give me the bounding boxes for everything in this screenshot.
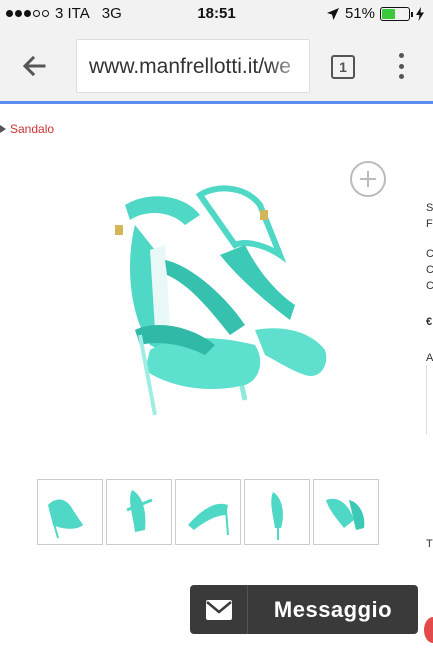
vertical-dots-icon[interactable] bbox=[394, 51, 408, 81]
status-right: 51% bbox=[326, 5, 425, 22]
breadcrumb-label: Sandalo bbox=[10, 122, 55, 136]
product-image[interactable] bbox=[95, 185, 355, 415]
side-text: C bbox=[426, 248, 433, 260]
side-text: C bbox=[426, 264, 433, 276]
battery-percent: 51% bbox=[344, 5, 375, 22]
tab-switcher-button[interactable]: 1 bbox=[331, 55, 355, 79]
thumbnail[interactable] bbox=[106, 479, 172, 545]
bolt-icon bbox=[416, 6, 424, 21]
thumbnail[interactable] bbox=[37, 479, 103, 545]
thumbnail-strip bbox=[37, 479, 379, 545]
thumbnail[interactable] bbox=[175, 479, 241, 545]
side-text: S bbox=[426, 202, 433, 214]
breadcrumb[interactable]: Sandalo bbox=[0, 122, 54, 136]
arrow-left-icon[interactable] bbox=[18, 50, 50, 82]
address-bar[interactable]: www.manfrellotti.it/we bbox=[76, 39, 310, 93]
location-arrow-icon bbox=[326, 7, 339, 20]
side-divider bbox=[426, 365, 433, 435]
thumbnail[interactable] bbox=[313, 479, 379, 545]
plus-circle-icon[interactable] bbox=[350, 161, 386, 197]
caret-right-icon bbox=[0, 125, 6, 133]
side-text: A bbox=[426, 352, 433, 364]
envelope-icon bbox=[190, 585, 248, 634]
side-text: C bbox=[426, 280, 433, 292]
thumbnail[interactable] bbox=[244, 479, 310, 545]
status-bar: 3 ITA 3G 18:51 51% bbox=[0, 0, 433, 28]
side-text: T bbox=[426, 538, 433, 550]
product-info-column: S F C C C € A T bbox=[426, 150, 433, 650]
message-button[interactable]: Messaggio bbox=[190, 585, 418, 634]
side-text: F bbox=[426, 218, 433, 230]
message-button-label: Messaggio bbox=[273, 596, 393, 622]
battery-icon bbox=[380, 6, 413, 21]
side-price: € bbox=[426, 316, 433, 328]
browser-toolbar: www.manfrellotti.it/we 1 bbox=[0, 28, 433, 104]
url-text: www.manfrellotti.it/we bbox=[89, 55, 291, 78]
